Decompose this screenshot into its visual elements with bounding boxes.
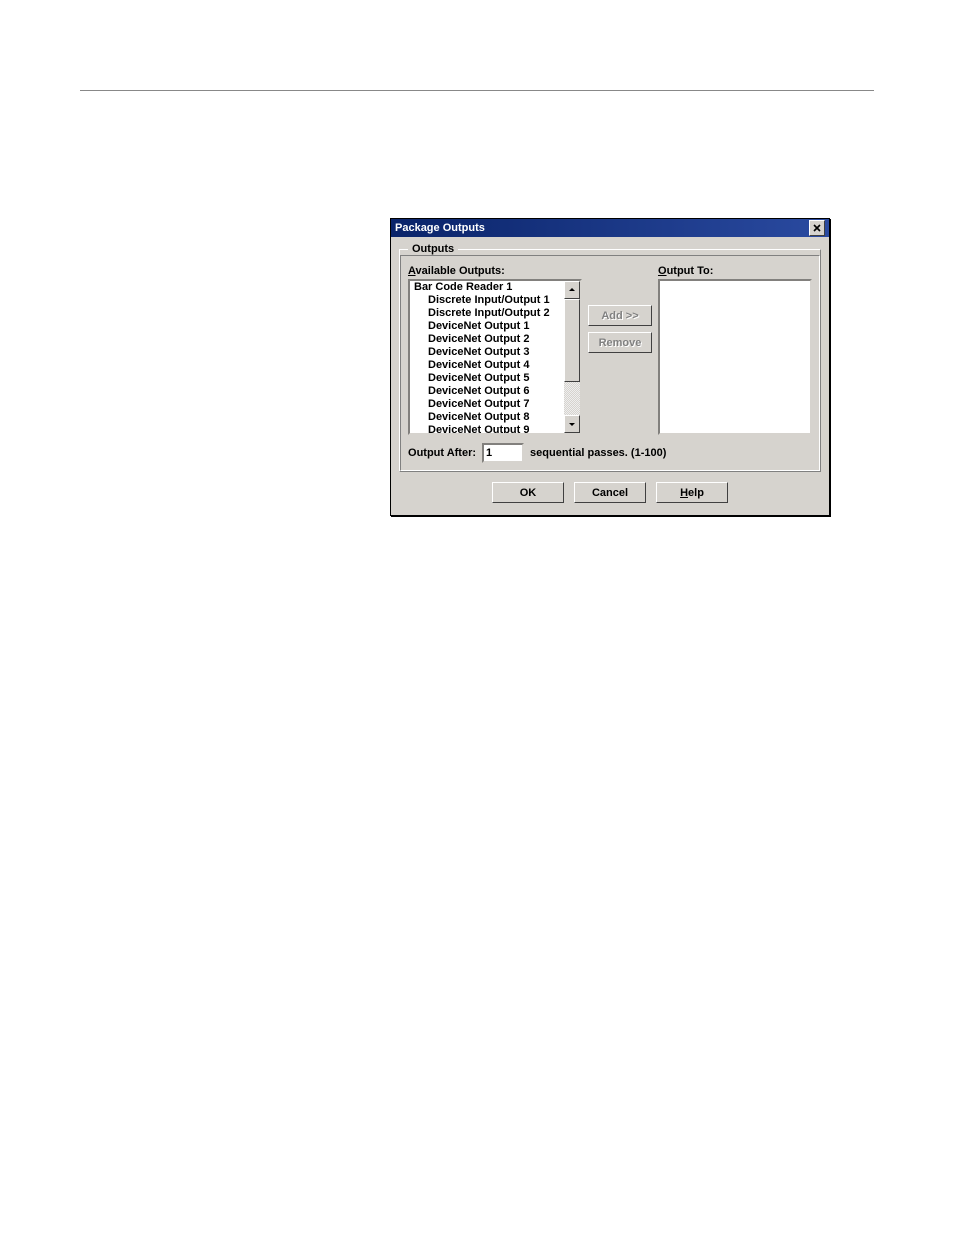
chevron-up-icon (568, 286, 576, 294)
remove-button[interactable]: Remove (588, 332, 652, 353)
output-to-list[interactable] (658, 279, 812, 435)
scroll-thumb[interactable] (564, 299, 580, 382)
list-item[interactable]: DeviceNet Output 4 (410, 359, 564, 372)
scroll-track[interactable] (564, 299, 580, 415)
available-outputs-list[interactable]: Bar Code Reader 1 Discrete Input/Output … (408, 279, 582, 435)
list-item[interactable]: DeviceNet Output 6 (410, 385, 564, 398)
list-item[interactable]: DeviceNet Output 7 (410, 398, 564, 411)
scroll-down-button[interactable] (564, 415, 580, 433)
output-after-input[interactable] (482, 443, 524, 463)
package-outputs-dialog: Package Outputs Outputs Available Output… (390, 218, 830, 516)
close-button[interactable] (809, 220, 825, 236)
list-item[interactable]: DeviceNet Output 9 (410, 424, 564, 433)
scroll-up-button[interactable] (564, 281, 580, 299)
list-item[interactable]: Bar Code Reader 1 (410, 281, 564, 294)
chevron-down-icon (568, 420, 576, 428)
list-item[interactable]: Discrete Input/Output 1 (410, 294, 564, 307)
available-outputs-label: Available Outputs: (408, 265, 582, 277)
scrollbar[interactable] (564, 281, 580, 433)
cancel-button[interactable]: Cancel (574, 482, 646, 503)
dialog-title: Package Outputs (395, 219, 485, 237)
list-item[interactable]: Discrete Input/Output 2 (410, 307, 564, 320)
outputs-group: Outputs Available Outputs: Bar Code Read… (399, 243, 821, 472)
ok-button[interactable]: OK (492, 482, 564, 503)
page-divider (80, 90, 874, 91)
list-item[interactable]: DeviceNet Output 5 (410, 372, 564, 385)
output-to-label: Output To: (658, 265, 812, 277)
titlebar[interactable]: Package Outputs (391, 219, 829, 237)
list-item[interactable]: DeviceNet Output 8 (410, 411, 564, 424)
output-after-label-after: sequential passes. (1-100) (530, 447, 666, 459)
list-item[interactable]: DeviceNet Output 3 (410, 346, 564, 359)
output-after-label-before: Output After: (408, 447, 476, 459)
help-button[interactable]: Help (656, 482, 728, 503)
dialog-footer: OK Cancel Help (399, 472, 821, 507)
list-item[interactable]: DeviceNet Output 1 (410, 320, 564, 333)
close-icon (813, 224, 821, 232)
add-button[interactable]: Add >> (588, 305, 652, 326)
list-item[interactable]: DeviceNet Output 2 (410, 333, 564, 346)
outputs-group-legend: Outputs (408, 243, 458, 255)
